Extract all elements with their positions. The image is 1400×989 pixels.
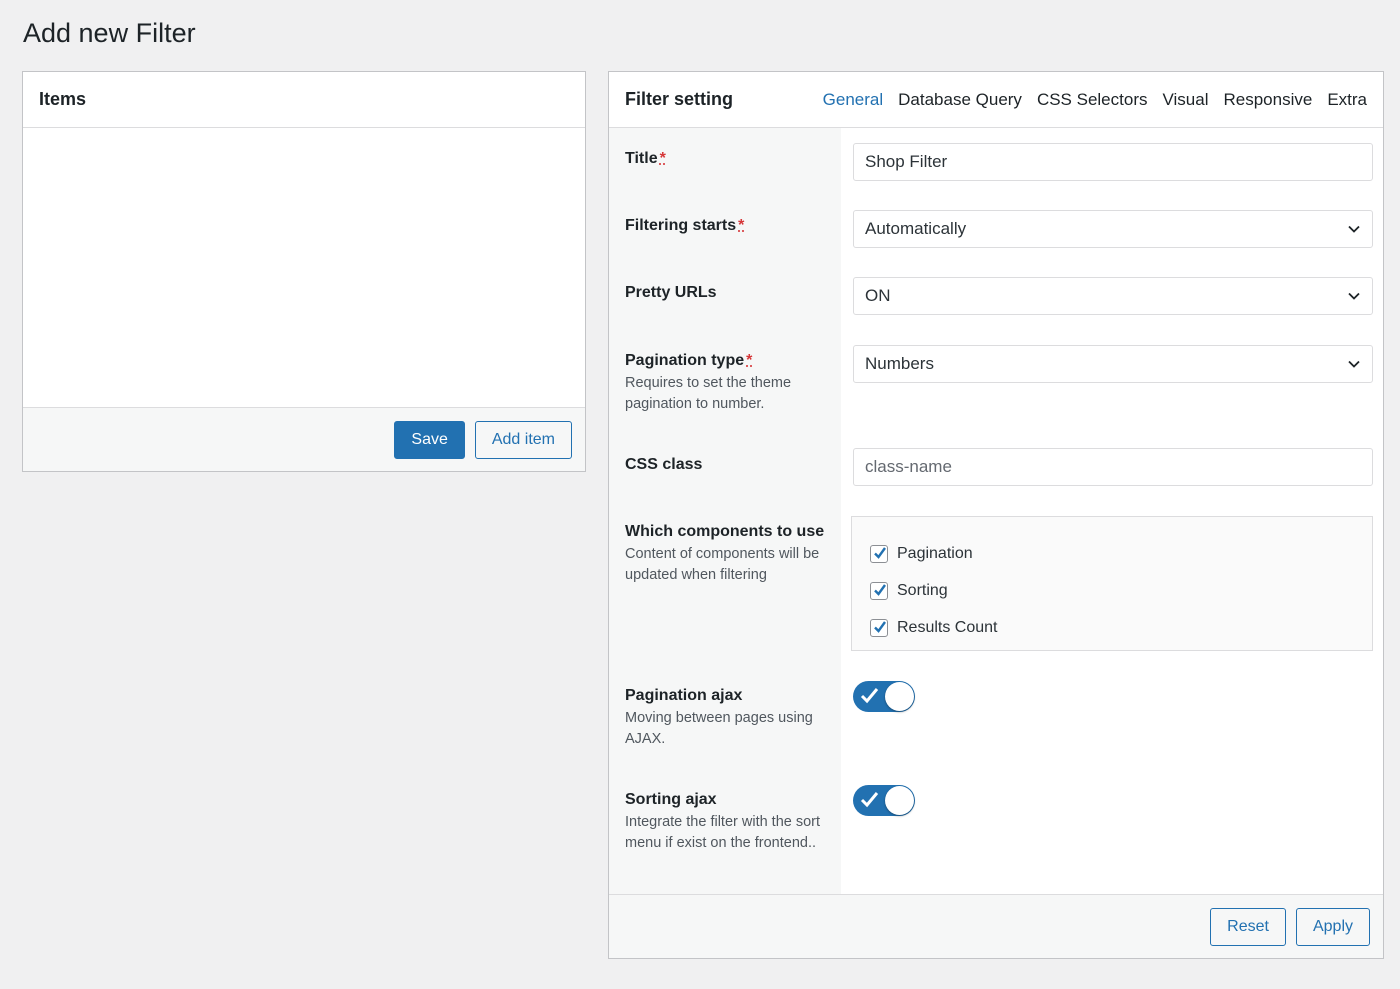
toggle-knob xyxy=(885,682,914,711)
pretty-urls-value: ON xyxy=(865,286,891,305)
checkmark-icon xyxy=(874,620,886,633)
add-item-button[interactable]: Add item xyxy=(474,420,572,459)
sorting-ajax-toggle[interactable] xyxy=(853,785,915,816)
settings-tabs: General Database Query CSS Selectors Vis… xyxy=(823,72,1367,128)
pagination-type-select[interactable]: Numbers xyxy=(853,345,1373,383)
title-input[interactable]: Shop Filter xyxy=(853,143,1373,181)
required-mark: * xyxy=(738,217,745,234)
page-title: Add new Filter xyxy=(23,18,196,48)
pretty-urls-label-text: Pretty URLs xyxy=(625,284,717,301)
results-count-option-label: Results Count xyxy=(897,618,998,636)
pretty-urls-label: Pretty URLs xyxy=(625,284,835,302)
css-class-placeholder: class-name xyxy=(865,457,952,476)
filter-settings-footer: Reset Apply xyxy=(609,894,1383,958)
checkmark-icon xyxy=(874,546,886,559)
tab-responsive[interactable]: Responsive xyxy=(1223,90,1312,110)
pagination-checkbox[interactable] xyxy=(870,544,888,563)
toggle-knob xyxy=(885,786,914,815)
pagination-ajax-label-text: Pagination ajax xyxy=(625,687,743,704)
css-class-label: CSS class xyxy=(625,456,835,474)
sorting-option-label: Sorting xyxy=(897,581,948,599)
labels-column xyxy=(609,128,841,895)
title-label: Title * xyxy=(625,150,835,168)
checkmark-icon xyxy=(874,583,886,596)
filter-settings-panel: Filter setting General Database Query CS… xyxy=(608,71,1384,959)
filtering-starts-label-text: Filtering starts xyxy=(625,217,737,234)
items-panel: Items Save Add item xyxy=(22,71,586,472)
settings-form: Title * Shop Filter Filtering starts * Aut… xyxy=(609,128,1383,895)
checkmark-icon xyxy=(860,792,879,808)
component-option-pagination[interactable]: Pagination xyxy=(870,535,1372,572)
pagination-ajax-description: Moving between pages using AJAX. xyxy=(625,710,813,747)
filtering-starts-label: Filtering starts * xyxy=(625,217,835,235)
filter-settings-title: Filter setting xyxy=(625,89,734,109)
pagination-ajax-toggle[interactable] xyxy=(853,681,915,712)
checkmark-icon xyxy=(860,688,879,704)
pagination-type-description: Requires to set the theme pagination to … xyxy=(625,375,792,412)
chevron-down-icon xyxy=(1348,292,1360,300)
sorting-ajax-label: Sorting ajax Integrate the filter with t… xyxy=(625,791,835,854)
tab-visual[interactable]: Visual xyxy=(1162,90,1208,110)
filtering-starts-select[interactable]: Automatically xyxy=(853,210,1373,248)
items-list xyxy=(23,128,585,408)
filter-settings-header: Filter setting General Database Query CS… xyxy=(609,72,1383,128)
css-class-input[interactable]: class-name xyxy=(853,448,1373,486)
tab-general[interactable]: General xyxy=(823,90,883,110)
pagination-type-label: Pagination type * Requires to set the the… xyxy=(625,352,835,415)
results-count-checkbox[interactable] xyxy=(870,618,888,637)
components-label-text: Which components to use xyxy=(625,523,825,540)
filtering-starts-value: Automatically xyxy=(865,219,967,238)
tab-css-selectors[interactable]: CSS Selectors xyxy=(1037,90,1148,110)
components-description: Content of components will be updated wh… xyxy=(625,546,820,583)
pagination-option-label: Pagination xyxy=(897,544,973,562)
sorting-checkbox[interactable] xyxy=(870,581,888,600)
title-input-value: Shop Filter xyxy=(865,152,948,171)
chevron-down-icon xyxy=(1348,360,1360,368)
components-label: Which components to use Content of compo… xyxy=(625,523,835,586)
apply-button[interactable]: Apply xyxy=(1295,907,1370,946)
pagination-type-value: Numbers xyxy=(865,354,934,373)
sorting-ajax-label-text: Sorting ajax xyxy=(625,791,717,808)
items-panel-footer: Save Add item xyxy=(23,407,585,471)
chevron-down-icon xyxy=(1348,225,1360,233)
required-mark: * xyxy=(659,150,666,167)
items-panel-header: Items xyxy=(23,72,585,128)
required-mark: * xyxy=(746,352,753,369)
items-panel-title: Items xyxy=(39,89,87,109)
reset-button[interactable]: Reset xyxy=(1210,907,1286,946)
tab-database-query[interactable]: Database Query xyxy=(898,90,1022,110)
save-button[interactable]: Save xyxy=(394,420,465,459)
sorting-ajax-description: Integrate the filter with the sort menu … xyxy=(625,814,821,851)
css-class-label-text: CSS class xyxy=(625,456,703,473)
component-option-sorting[interactable]: Sorting xyxy=(870,572,1372,609)
pagination-type-label-text: Pagination type xyxy=(625,352,745,369)
component-option-results-count[interactable]: Results Count xyxy=(870,609,1372,646)
tab-extra[interactable]: Extra xyxy=(1327,90,1367,110)
title-label-text: Title xyxy=(625,150,658,167)
pagination-ajax-label: Pagination ajax Moving between pages usi… xyxy=(625,687,835,750)
pretty-urls-select[interactable]: ON xyxy=(853,277,1373,315)
components-checklist: Pagination Sorting Results Count xyxy=(851,516,1373,651)
